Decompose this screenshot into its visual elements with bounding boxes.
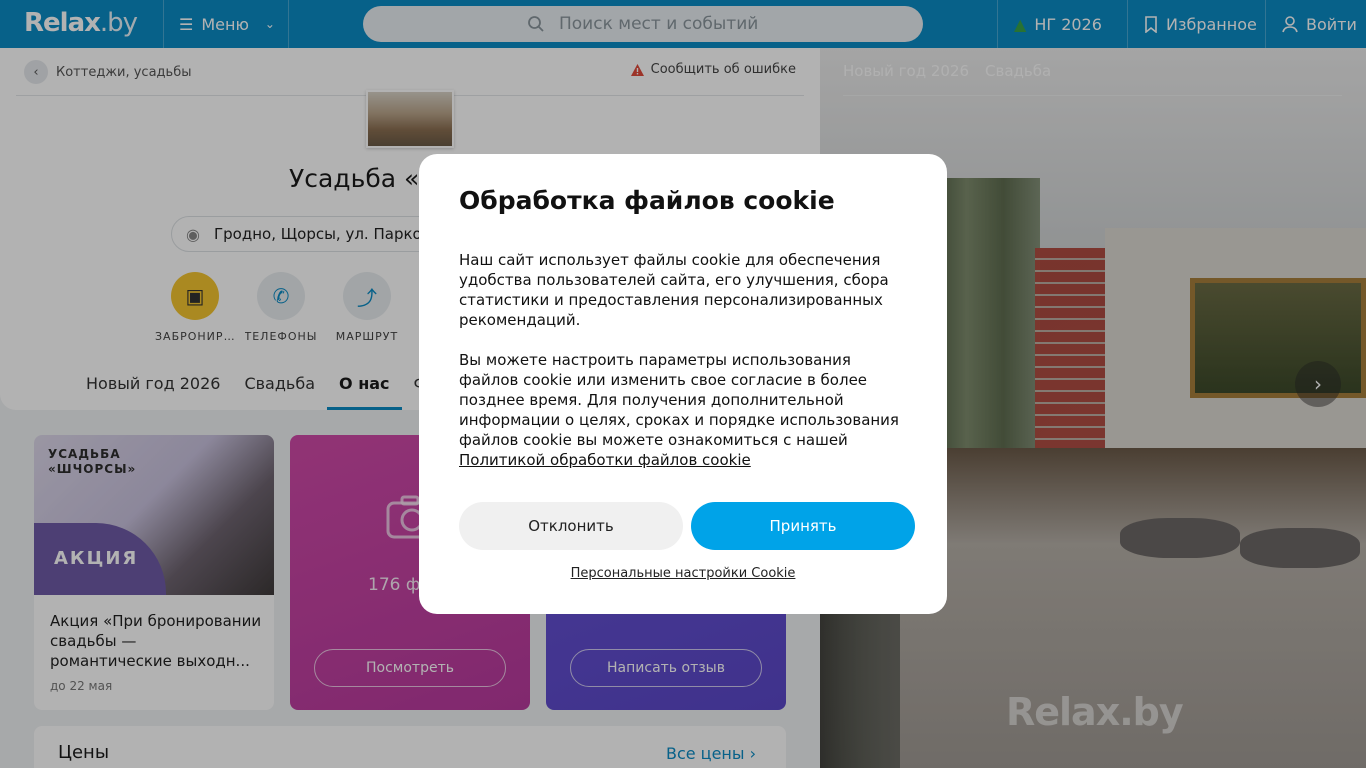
cookie-text-1: Наш сайт использует файлы cookie для обе…	[459, 251, 889, 329]
cookie-settings-link[interactable]: Персональные настройки Cookie	[419, 566, 947, 581]
accept-button[interactable]: Принять	[691, 502, 915, 550]
cookie-dialog: Обработка файлов cookie Наш сайт использ…	[419, 154, 947, 614]
cookie-title: Обработка файлов cookie	[459, 186, 835, 215]
decline-button[interactable]: Отклонить	[459, 502, 683, 550]
cookie-text-2: Вы можете настроить параметры использова…	[459, 351, 899, 469]
cookie-policy-link[interactable]: Политикой обработки файлов cookie	[459, 451, 751, 469]
